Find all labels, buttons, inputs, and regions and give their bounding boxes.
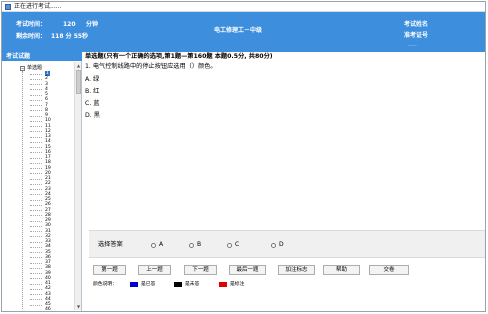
- remaining-time-label: 剩余时间：: [16, 33, 47, 40]
- tree-item-label: 38: [45, 265, 51, 271]
- radio-icon[interactable]: [189, 242, 194, 248]
- sidebar-title: 考试试题: [2, 52, 82, 61]
- answer-radio-a[interactable]: A: [151, 241, 163, 250]
- scroll-up-icon[interactable]: ▲: [75, 62, 82, 69]
- tree-item-label: 35: [45, 249, 51, 255]
- tree-item-label: 27: [45, 207, 51, 213]
- exam-time-label: 考试时间：: [16, 21, 47, 28]
- ticket-number-label: 准考证号: [404, 32, 429, 39]
- option-c: C. 蓝: [85, 100, 100, 107]
- exam-window: 正在进行考试...... 考试时间： 120 分钟 剩余时间： 118 分 55…: [1, 1, 486, 312]
- tree-item-label: 4: [45, 86, 48, 92]
- tree-item-label: 6: [45, 97, 48, 103]
- title-bar: 正在进行考试......: [2, 2, 485, 12]
- tree-item-label: 39: [45, 270, 51, 276]
- ticket-number-value: ------: [408, 43, 417, 48]
- exam-time-value: 120: [63, 21, 76, 28]
- tree-item-label: 7: [45, 102, 48, 108]
- radio-icon[interactable]: [227, 242, 232, 248]
- question-area: 单选题(只有一个正确的选项,第1题—第160题 本题0.5分, 共80分) 1.…: [84, 52, 485, 311]
- tree-item-label: 26: [45, 202, 51, 208]
- mark-question-button[interactable]: 加注标志: [278, 265, 315, 275]
- tree-item-label: 11: [45, 123, 51, 129]
- question-text: 1. 电气控制线路中的停止按钮应选用（）颜色。: [85, 63, 217, 70]
- legend-marked: 是标注: [230, 282, 245, 287]
- tree-item-list: 1 2 3 4 5 6 7 8 9 10 11 12 13 14 15 16 17 18 19 20 21 22 23 24 2…: [30, 71, 72, 310]
- prev-question-button[interactable]: 上一题: [138, 265, 171, 275]
- answer-panel: 选择答案 A B C D: [89, 230, 485, 258]
- legend-unanswered: 是未答: [185, 282, 200, 287]
- tree-item-label: 18: [45, 160, 51, 166]
- tree-item-label: 20: [45, 170, 51, 176]
- exam-name: 电工修理工－中级: [214, 27, 263, 34]
- radio-label: C: [235, 241, 240, 248]
- next-question-button[interactable]: 下一题: [184, 265, 217, 275]
- tree-item-label: 40: [45, 275, 51, 281]
- question-tree: − 单选题 1 2 3 4 5 6 7 8 9 10 11 12 13 14 15 16 17 18 19 20 21 22…: [2, 62, 74, 310]
- tree-item-label: 12: [45, 128, 51, 134]
- candidate-name-label: 考试姓名: [404, 21, 429, 28]
- exam-info-header: 考试时间： 120 分钟 剩余时间： 118 分 55秒 电工修理工－中级 考试…: [2, 12, 485, 52]
- first-question-button[interactable]: 第一题: [93, 265, 126, 275]
- tree-item-label: 46: [45, 307, 51, 310]
- tree-item-label: 34: [45, 244, 51, 250]
- tree-item-label: 19: [45, 165, 51, 171]
- tree-item-question[interactable]: 46: [30, 307, 72, 310]
- tree-item-label: 23: [45, 186, 51, 192]
- tree-item-label: 32: [45, 233, 51, 239]
- last-question-button[interactable]: 最后一题: [229, 265, 266, 275]
- submit-exam-button[interactable]: 交卷: [369, 265, 409, 275]
- radio-icon[interactable]: [151, 242, 156, 248]
- legend-title: 颜色说明：: [93, 282, 117, 287]
- tree-item-label: 22: [45, 181, 51, 187]
- tree-item-label: 36: [45, 254, 51, 260]
- marked-color-swatch: [219, 282, 227, 287]
- tree-item-label: 30: [45, 223, 51, 229]
- tree-item-label: 15: [45, 144, 51, 150]
- tree-item-label: 43: [45, 291, 51, 297]
- answered-color-swatch: [130, 282, 138, 287]
- help-button[interactable]: 帮助: [323, 265, 360, 275]
- legend-answered: 是已答: [141, 282, 156, 287]
- tree-item-label: 16: [45, 149, 51, 155]
- tree-item-label: 44: [45, 296, 51, 302]
- answer-label: 选择答案: [98, 241, 123, 248]
- answer-radio-c[interactable]: C: [227, 241, 239, 250]
- radio-label: B: [197, 241, 202, 248]
- option-b: B. 红: [85, 88, 100, 95]
- window-title: 正在进行考试......: [14, 3, 62, 10]
- exam-time-unit: 分钟: [86, 21, 99, 28]
- radio-label: D: [279, 241, 284, 248]
- remaining-time-value: 118 分 55秒: [51, 33, 89, 40]
- option-a: A. 绿: [85, 76, 100, 83]
- tree-scrollbar[interactable]: ▲ ▼: [74, 62, 81, 310]
- tree-item-label: 3: [45, 81, 48, 87]
- tree-item-label: 10: [45, 118, 51, 124]
- tree-item-label: 8: [45, 107, 48, 113]
- tree-item-label: 14: [45, 139, 51, 145]
- radio-label: A: [159, 241, 164, 248]
- scroll-down-icon[interactable]: ▼: [75, 303, 82, 310]
- tree-item-label: 31: [45, 228, 51, 234]
- app-icon: [5, 4, 11, 10]
- radio-icon[interactable]: [271, 242, 276, 248]
- unanswered-color-swatch: [174, 282, 182, 287]
- tree-item-label: 24: [45, 191, 51, 197]
- section-header: 单选题(只有一个正确的选项,第1题—第160题 本题0.5分, 共80分): [84, 52, 485, 61]
- tree-item-label: 42: [45, 286, 51, 292]
- question-tree-panel: 考试试题 − 单选题 1 2 3 4 5 6 7 8 9 10 11 12 13 14 15 16 17 18 19 2…: [2, 52, 82, 311]
- tree-item-label: 28: [45, 212, 51, 218]
- collapse-toggle-icon[interactable]: −: [20, 65, 25, 71]
- tree-connector: [22, 71, 23, 310]
- answer-radio-b[interactable]: B: [189, 241, 201, 250]
- option-d: D. 黑: [85, 112, 100, 119]
- scroll-thumb[interactable]: [76, 70, 81, 94]
- answer-radio-d[interactable]: D: [271, 241, 284, 250]
- tree-item-label: 2: [45, 76, 48, 82]
